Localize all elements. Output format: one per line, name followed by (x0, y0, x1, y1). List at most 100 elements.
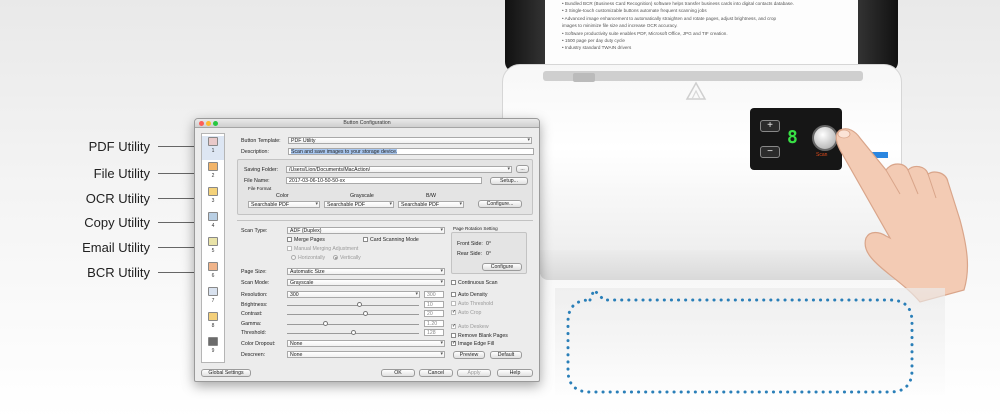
scanner-feeder-left (505, 0, 545, 72)
auto-deskew-checkbox[interactable] (451, 323, 456, 329)
gamma-value: 1.20 (427, 321, 438, 327)
color-format-select[interactable]: Searchable PDF (248, 201, 320, 208)
minimize-icon[interactable] (206, 121, 211, 126)
horizontally-radio[interactable] (291, 255, 296, 260)
color-dropout-label: Color Dropout: (241, 341, 276, 347)
plus-button[interactable]: + (760, 120, 780, 132)
format-configure-button[interactable]: Configure... (478, 200, 522, 208)
contrast-value-box[interactable]: 20 (424, 310, 444, 317)
saving-folder-select[interactable]: /Users/Lion/Documents/MacAction/ (286, 166, 512, 173)
file-format-label: File Format (248, 186, 272, 191)
resolution-select[interactable]: 300 (287, 291, 420, 298)
scanner-release-tab (573, 73, 595, 82)
global-settings-button[interactable]: Global Settings (201, 369, 251, 377)
color-label: Color (276, 193, 289, 199)
page-rotation-label: Page Rotation Setting (453, 226, 498, 231)
continuous-scan-label: Continuous Scan (458, 280, 498, 286)
zoom-icon[interactable] (213, 121, 218, 126)
select-value: Searchable PDF (251, 202, 290, 208)
file-name-value: 2017-03-06-10-50-50-xx (289, 178, 345, 184)
auto-threshold-checkbox[interactable] (451, 301, 456, 306)
card-scanning-label: Card Scanning Mode (370, 237, 419, 243)
remove-blank-pages-checkbox[interactable] (451, 333, 456, 338)
brightness-value-box[interactable]: 10 (424, 301, 444, 308)
vertically-label: Vertically (340, 255, 361, 261)
cancel-button[interactable]: Cancel (419, 369, 453, 377)
button-list-item-7[interactable]: 7 (202, 286, 224, 310)
manual-merging-label: Manual Merging Adjustment (294, 246, 359, 252)
resolution-value-box[interactable]: 300 (424, 291, 444, 298)
button-list-item-9[interactable]: 9 (202, 336, 224, 360)
bw-label: B/W (426, 193, 437, 199)
setup-button[interactable]: Setup... (490, 177, 528, 185)
preview-button[interactable]: Preview (453, 351, 485, 359)
bw-format-select[interactable]: Searchable PDF (398, 201, 464, 208)
callout-bcr-utility: BCR Utility (0, 263, 200, 281)
button-list-item-2[interactable]: 2 (202, 161, 224, 185)
manual-merging-checkbox[interactable] (287, 246, 292, 251)
color-dropout-select[interactable]: None (287, 340, 445, 347)
button-list-item-1[interactable]: 1 (202, 136, 224, 160)
minus-button[interactable]: − (760, 146, 780, 158)
speech-bubble-outline (566, 290, 914, 394)
front-side-label: Front Side: (457, 241, 483, 247)
callout-file-utility: File Utility (0, 164, 200, 182)
saving-folder-label: Saving Folder: (244, 167, 279, 173)
button-list-item-4[interactable]: 4 (202, 211, 224, 235)
select-value: None (290, 352, 303, 358)
rotation-configure-button[interactable]: Configure (482, 263, 522, 271)
button-list-item-8[interactable]: 8 (202, 311, 224, 335)
callout-label: Email Utility (82, 239, 150, 255)
apply-button[interactable]: Apply (457, 369, 491, 377)
threshold-slider-knob[interactable] (351, 330, 356, 335)
paper-line: • Industry standard TWAIN drivers (562, 45, 632, 51)
auto-density-label: Auto Density (458, 292, 488, 298)
button-list-item-6[interactable]: 6 (202, 261, 224, 285)
scan-mode-select[interactable]: Grayscale (287, 279, 445, 286)
select-value: Searchable PDF (327, 202, 366, 208)
contrast-slider-track (287, 314, 419, 315)
scan-type-select[interactable]: ADF (Duplex) (287, 227, 445, 234)
remove-blank-pages-label: Remove Blank Pages (458, 333, 508, 339)
descreen-select[interactable]: None (287, 351, 445, 358)
select-value: /Users/Lion/Documents/MacAction/ (289, 167, 371, 173)
auto-density-checkbox[interactable] (451, 292, 456, 297)
threshold-value-box[interactable]: 128 (424, 329, 444, 336)
button-template-select[interactable]: PDF Utility (288, 137, 532, 144)
auto-crop-checkbox[interactable] (451, 309, 456, 315)
rear-side-label: Rear Side: (457, 251, 483, 257)
merge-pages-checkbox[interactable] (287, 237, 292, 242)
page-size-select[interactable]: Automatic Size (287, 268, 445, 275)
vertically-radio[interactable] (333, 255, 338, 260)
gamma-slider-knob[interactable] (323, 321, 328, 326)
description-label: Description: (241, 149, 269, 155)
brightness-value: 10 (427, 302, 433, 308)
select-value: PDF Utility (291, 138, 316, 144)
pointing-hand-icon (835, 128, 969, 303)
button-number: 4 (211, 223, 215, 229)
callout-label: PDF Utility (88, 138, 150, 154)
browse-button[interactable]: ... (516, 165, 529, 173)
image-edge-fill-label: Image Edge Fill (458, 341, 495, 347)
continuous-scan-checkbox[interactable] (451, 280, 456, 285)
gamma-value-box[interactable]: 1.20 (424, 320, 444, 327)
button-list-item-3[interactable]: 3 (202, 186, 224, 210)
button-number: 1 (211, 148, 215, 154)
card-scanning-checkbox[interactable] (363, 237, 368, 242)
close-icon[interactable] (199, 121, 204, 126)
contrast-slider-knob[interactable] (363, 311, 368, 316)
ok-button[interactable]: OK (381, 369, 415, 377)
brightness-label: Brightness: (241, 302, 268, 308)
grayscale-format-select[interactable]: Searchable PDF (324, 201, 394, 208)
select-value: Automatic Size (290, 269, 325, 275)
button-list: 1 2 3 4 5 6 7 8 9 (201, 133, 225, 363)
brightness-slider-knob[interactable] (357, 302, 362, 307)
image-edge-fill-checkbox[interactable] (451, 340, 456, 346)
description-input[interactable]: Scan and save images to your storage dev… (288, 148, 534, 155)
default-button[interactable]: Default (490, 351, 522, 359)
file-name-input[interactable]: 2017-03-06-10-50-50-xx (286, 177, 482, 184)
button-list-item-5[interactable]: 5 (202, 236, 224, 260)
help-button[interactable]: Help (497, 369, 533, 377)
resolution-label: Resolution: (241, 292, 268, 298)
paper-line: • Software productivity suite enables PD… (562, 30, 728, 36)
